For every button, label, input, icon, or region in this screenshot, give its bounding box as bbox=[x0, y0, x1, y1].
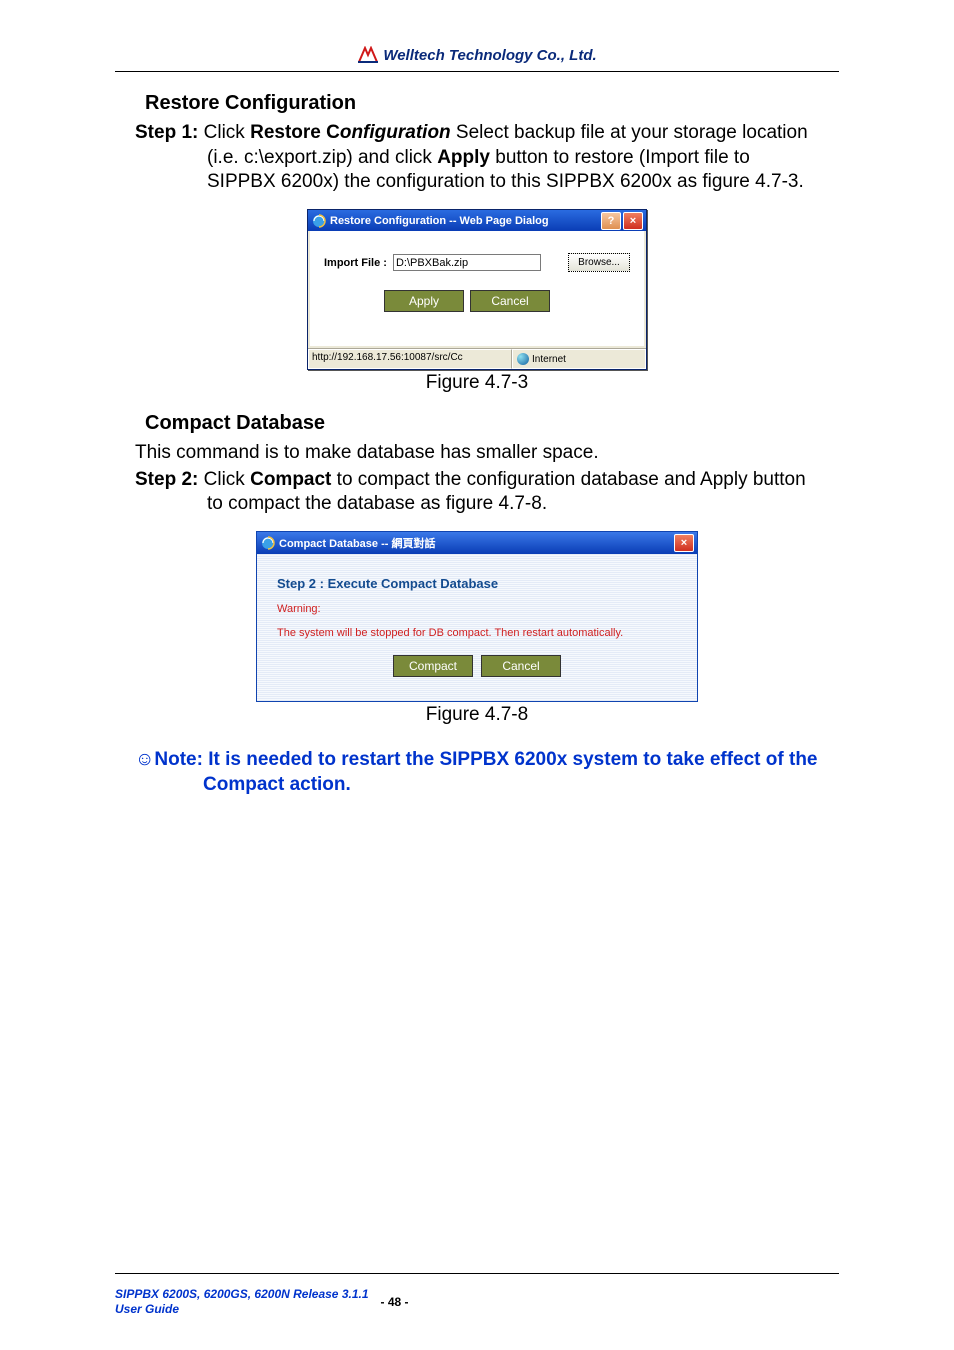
warning-label: Warning: bbox=[277, 603, 677, 615]
globe-icon bbox=[517, 353, 529, 365]
import-file-label: Import File : bbox=[324, 257, 387, 269]
figure-caption-473: Figure 4.7-3 bbox=[115, 372, 839, 394]
compact-step-title: Step 2 : Execute Compact Database bbox=[277, 576, 677, 591]
close-button[interactable]: × bbox=[674, 534, 694, 552]
smiley-icon: ☺ bbox=[135, 749, 154, 770]
help-button[interactable]: ? bbox=[601, 212, 621, 230]
ie-icon bbox=[312, 214, 326, 228]
compact-dialog-title: Compact Database -- 網頁對話 bbox=[279, 535, 435, 551]
import-file-input[interactable] bbox=[393, 254, 541, 271]
close-button[interactable]: × bbox=[623, 212, 643, 230]
footer-line1: SIPPBX 6200S, 6200GS, 6200N Release 3.1.… bbox=[115, 1287, 369, 1301]
restore-dialog-titlebar[interactable]: Restore Configuration -- Web Page Dialog… bbox=[308, 210, 646, 231]
status-zone: Internet bbox=[512, 349, 646, 369]
browse-button[interactable]: Browse... bbox=[568, 253, 630, 272]
step2-text: Step 2: Click Compact to compact the con… bbox=[135, 468, 839, 517]
apply-button[interactable]: Apply bbox=[384, 290, 464, 312]
section-title-compact: Compact Database bbox=[145, 412, 839, 435]
step1-label: Step 1: bbox=[135, 122, 198, 143]
warning-text: The system will be stopped for DB compac… bbox=[277, 627, 677, 639]
section-title-restore: Restore Configuration bbox=[145, 92, 839, 115]
page-header: Welltech Technology Co., Ltd. bbox=[115, 46, 839, 69]
status-bar: http://192.168.17.56:10087/src/Cc Intern… bbox=[308, 348, 646, 369]
footer-line2: User Guide bbox=[115, 1302, 369, 1316]
company-logo: Welltech Technology Co., Ltd. bbox=[357, 46, 596, 64]
page-number: - 48 - bbox=[381, 1295, 409, 1309]
compact-button[interactable]: Compact bbox=[393, 655, 473, 677]
restore-dialog: Restore Configuration -- Web Page Dialog… bbox=[307, 209, 647, 370]
figure-caption-478: Figure 4.7-8 bbox=[115, 704, 839, 726]
logo-icon bbox=[357, 46, 379, 64]
step2-label: Step 2: bbox=[135, 469, 198, 490]
restore-dialog-title: Restore Configuration -- Web Page Dialog bbox=[330, 215, 549, 227]
ie-icon bbox=[261, 536, 275, 550]
status-url: http://192.168.17.56:10087/src/Cc bbox=[308, 349, 512, 369]
compact-dialog: Compact Database -- 網頁對話 × Step 2 : Exec… bbox=[256, 531, 698, 702]
compact-dialog-titlebar[interactable]: Compact Database -- 網頁對話 × bbox=[257, 532, 697, 554]
company-name: Welltech Technology Co., Ltd. bbox=[383, 47, 596, 64]
cancel-button[interactable]: Cancel bbox=[470, 290, 550, 312]
note-text: ☺Note: It is needed to restart the SIPPB… bbox=[135, 748, 839, 797]
cancel-button[interactable]: Cancel bbox=[481, 655, 561, 677]
compact-desc: This command is to make database has sma… bbox=[135, 441, 839, 466]
page-footer: SIPPBX 6200S, 6200GS, 6200N Release 3.1.… bbox=[115, 1287, 839, 1316]
footer-rule bbox=[115, 1273, 839, 1274]
header-rule bbox=[115, 71, 839, 72]
step1-text: Step 1: Click Restore Configuration Sele… bbox=[135, 121, 839, 195]
